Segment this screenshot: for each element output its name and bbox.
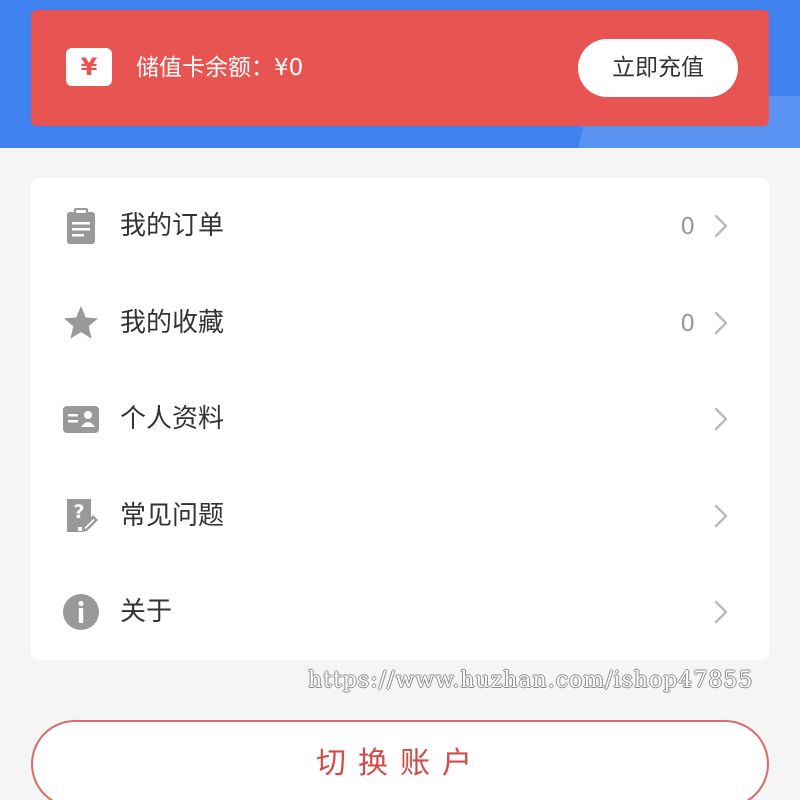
balance-label: 储值卡余额：¥0 (136, 55, 304, 81)
clipboard-icon (67, 208, 95, 244)
menu-item-favorites[interactable]: 我的收藏 0 (31, 275, 769, 371)
favorites-count: 0 (680, 311, 695, 337)
menu-item-label: 常见问题 (120, 501, 225, 531)
chevron-right-icon (714, 600, 728, 624)
question-icon: ? (67, 499, 98, 532)
menu-item-orders[interactable]: 我的订单 0 (31, 178, 769, 274)
menu-item-label: 个人资料 (120, 404, 225, 434)
orders-count: 0 (680, 214, 695, 240)
id-card-icon (63, 406, 99, 433)
account-page: ¥ 储值卡余额：¥0 立即充值 我的订单 0 我的收藏 0 个人资料 ? 常见问… (0, 0, 800, 800)
chevron-right-icon (714, 311, 728, 335)
balance-card: ¥ 储值卡余额：¥0 立即充值 (31, 10, 769, 126)
yen-icon: ¥ (66, 48, 112, 86)
menu-list: 我的订单 0 我的收藏 0 个人资料 ? 常见问题 关于 (31, 178, 769, 660)
watermark-text: https://www.huzhan.com/ishop47855 (308, 668, 754, 693)
menu-item-profile[interactable]: 个人资料 (31, 371, 769, 467)
chevron-right-icon (714, 504, 728, 528)
switch-account-button[interactable]: 切换账户 (31, 720, 769, 800)
menu-item-label: 我的订单 (120, 211, 225, 241)
info-icon (63, 594, 99, 630)
chevron-right-icon (714, 214, 728, 238)
star-icon (64, 306, 98, 339)
svg-text:?: ? (73, 501, 84, 523)
recharge-button[interactable]: 立即充值 (578, 39, 738, 97)
menu-item-about[interactable]: 关于 (31, 564, 769, 660)
menu-item-label: 我的收藏 (120, 308, 225, 338)
chevron-right-icon (714, 407, 728, 431)
menu-item-faq[interactable]: ? 常见问题 (31, 468, 769, 564)
menu-item-label: 关于 (120, 597, 173, 627)
